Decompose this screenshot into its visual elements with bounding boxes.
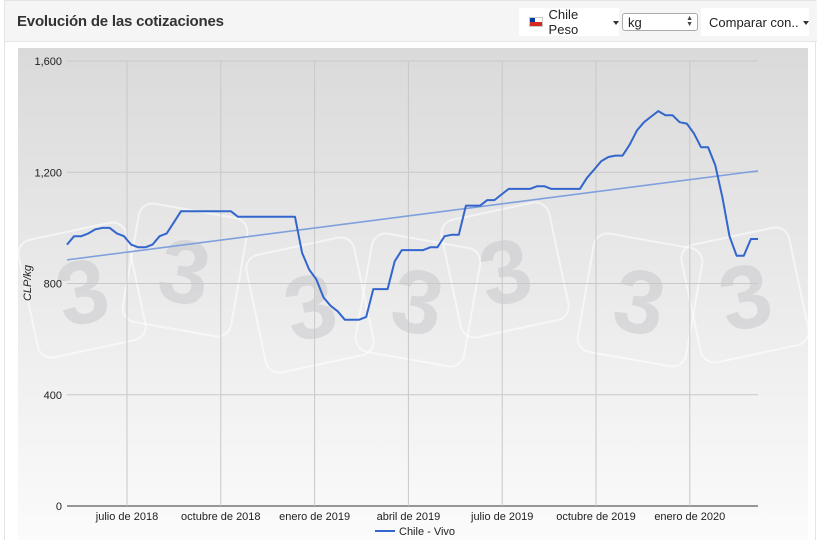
x-tick-label: enero de 2020 bbox=[654, 511, 725, 523]
x-tick-label: julio de 2018 bbox=[95, 511, 158, 523]
y-tick-label: 1,200 bbox=[34, 167, 62, 179]
legend-label: Chile - Vivo bbox=[399, 526, 455, 538]
x-tick-label: julio de 2019 bbox=[470, 511, 533, 523]
y-tick-label: 1,600 bbox=[34, 56, 62, 68]
y-tick-label: 400 bbox=[44, 390, 62, 402]
x-tick-label: octubre de 2019 bbox=[556, 511, 636, 523]
x-tick-label: enero de 2019 bbox=[279, 511, 350, 523]
y-tick-label: 0 bbox=[56, 501, 62, 513]
y-axis-label: CLP/kg bbox=[22, 264, 34, 301]
x-tick-label: octubre de 2018 bbox=[181, 511, 261, 523]
x-tick-label: abril de 2019 bbox=[377, 511, 441, 523]
y-tick-label: 800 bbox=[44, 279, 62, 291]
price-chart: 3333333 04008001,2001,600 julio de 2018 o… bbox=[17, 48, 810, 540]
